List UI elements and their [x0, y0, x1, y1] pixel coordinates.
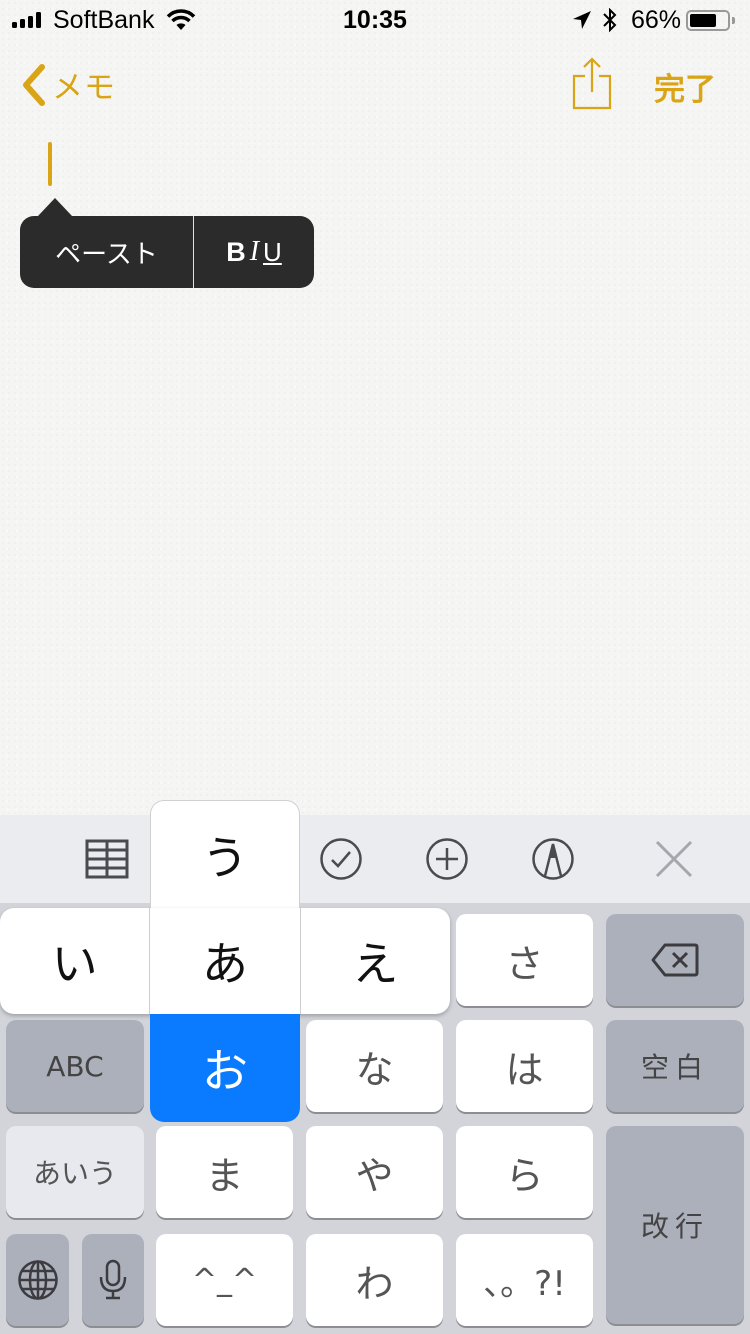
bold-label: B [226, 236, 246, 267]
status-bar: SoftBank 10:35 66% [0, 0, 750, 40]
location-arrow-icon [572, 10, 592, 30]
done-button[interactable]: 完了 [654, 64, 716, 109]
key-na[interactable]: な [306, 1020, 443, 1112]
close-icon[interactable] [651, 836, 697, 882]
paste-button[interactable]: ペースト [20, 216, 193, 288]
delete-icon [651, 943, 699, 977]
globe-icon [17, 1259, 59, 1301]
key-ya[interactable]: や [306, 1126, 443, 1218]
key-sa[interactable]: さ [456, 914, 593, 1006]
battery-icon [686, 10, 730, 31]
battery-percent: 66% [631, 6, 682, 34]
battery-level [690, 14, 717, 27]
flick-option-center[interactable]: あ [149, 908, 301, 1014]
microphone-key[interactable] [82, 1234, 144, 1326]
flick-option-up[interactable]: う [150, 800, 300, 908]
chevron-left-icon [20, 63, 48, 107]
table-icon[interactable] [84, 836, 130, 882]
flick-option-down-selected[interactable]: お [150, 1014, 300, 1122]
text-cursor [48, 142, 52, 186]
bluetooth-icon [602, 8, 618, 32]
kaomoji-key[interactable]: ^_^ [156, 1234, 293, 1326]
key-ra[interactable]: ら [456, 1126, 593, 1218]
key-ma[interactable]: ま [156, 1126, 293, 1218]
format-biu-button[interactable]: B I U [194, 216, 314, 288]
delete-key[interactable] [606, 914, 744, 1006]
globe-key[interactable] [6, 1234, 69, 1326]
edit-menu: ペースト B I U [20, 216, 314, 288]
markup-icon[interactable] [530, 836, 576, 882]
space-key[interactable]: 空白 [606, 1020, 744, 1112]
menu-divider [193, 216, 194, 288]
punctuation-key[interactable]: 、。?! [456, 1234, 593, 1326]
battery-tip [732, 17, 735, 24]
add-icon[interactable] [424, 836, 470, 882]
kana-mode-key[interactable]: あいう [6, 1126, 144, 1218]
microphone-icon [98, 1259, 128, 1301]
flick-option-left[interactable]: い [0, 908, 149, 1014]
note-paper[interactable] [0, 0, 750, 815]
share-button[interactable] [572, 56, 612, 110]
back-label: メモ [52, 70, 116, 106]
return-key[interactable]: 改行 [606, 1126, 744, 1324]
key-ha[interactable]: は [456, 1020, 593, 1112]
checklist-icon[interactable] [318, 836, 364, 882]
edit-menu-arrow [38, 198, 72, 216]
underline-label: U [263, 236, 282, 267]
back-button[interactable]: メモ [20, 62, 116, 107]
key-wa[interactable]: わ [306, 1234, 443, 1326]
flick-popup: い あ え [0, 908, 450, 1014]
italic-label: I [249, 236, 260, 267]
abc-key[interactable]: ABC [6, 1020, 144, 1112]
flick-option-right[interactable]: え [301, 908, 450, 1014]
share-icon [572, 56, 612, 110]
